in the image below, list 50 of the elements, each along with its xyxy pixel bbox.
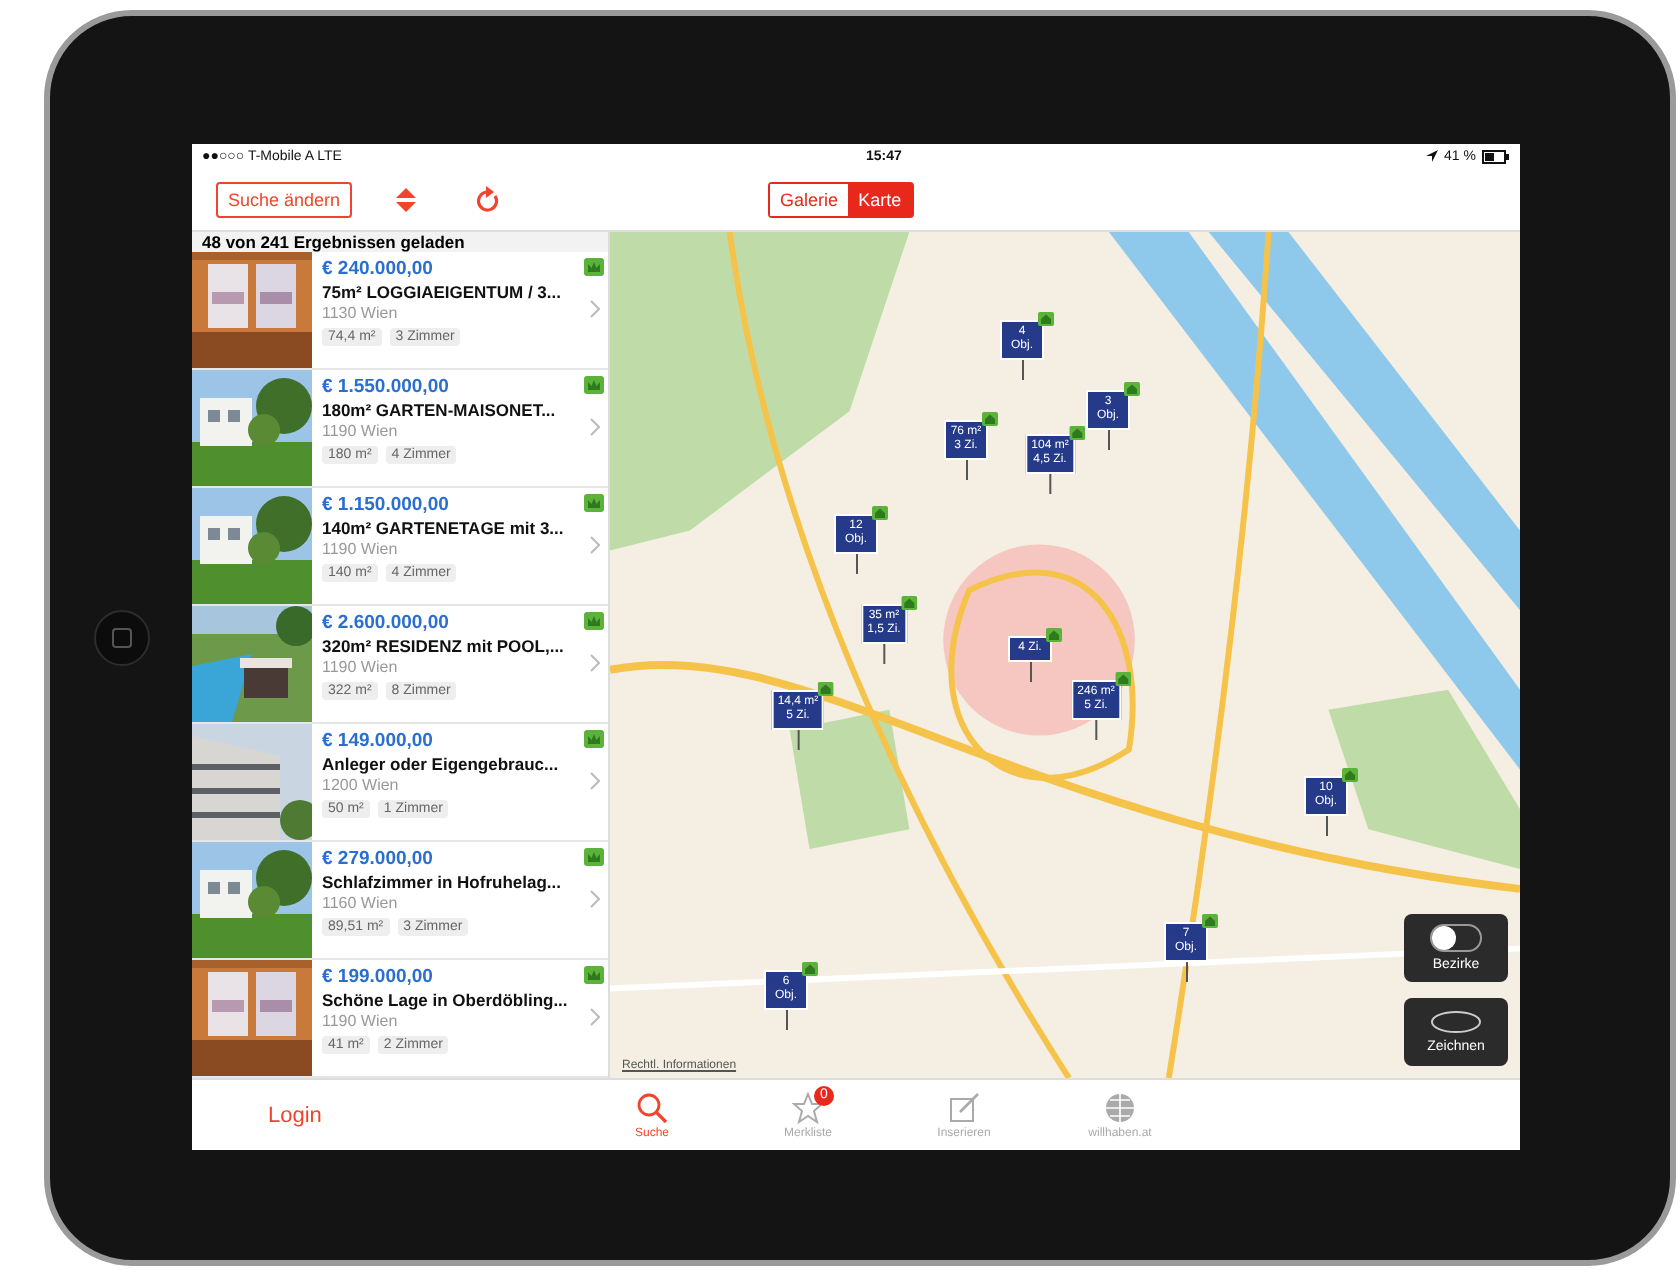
- chevron-icon: [589, 654, 599, 672]
- chevron-icon: [589, 890, 599, 908]
- chevron-icon: [589, 536, 599, 554]
- home-button[interactable]: [93, 610, 149, 666]
- listing-title: Schöne Lage in Oberdöbling...: [322, 990, 570, 1010]
- listing-location: 1190 Wien: [322, 540, 400, 558]
- listing-title: 140m² GARTENETAGE mit 3...: [322, 518, 566, 538]
- listing-title: Schlafzimmer in Hofruhelag...: [322, 872, 563, 892]
- listing-location: 1200 Wien: [322, 776, 401, 794]
- results-count: 48 von 241 Ergebnissen geladen: [202, 232, 465, 252]
- listing-title: Anleger oder Eigengebrauc...: [322, 754, 561, 774]
- house-icon: [818, 682, 835, 696]
- house-icon: [1124, 382, 1140, 396]
- listing-price: € 149.000,00: [322, 730, 435, 752]
- listing-price: € 240.000,00: [322, 258, 435, 280]
- listing-location: 1190 Wien: [322, 1012, 400, 1030]
- house-icon: [802, 962, 818, 976]
- listing-price: € 2.600.000,00: [322, 612, 451, 634]
- listing-price: € 1.550.000,00: [322, 376, 451, 398]
- house-icon: [1038, 312, 1054, 326]
- chevron-icon: [589, 772, 599, 790]
- listing-location: 1190 Wien: [322, 658, 400, 676]
- battery-icon: [1482, 149, 1510, 163]
- star-icon: [792, 1091, 824, 1123]
- globe-icon: [1104, 1091, 1136, 1123]
- house-icon: [872, 506, 888, 520]
- listing-title: 75m² LOGGIAEIGENTUM / 3...: [322, 282, 563, 302]
- view-tab[interactable]: Karte: [848, 183, 912, 215]
- search-icon: [636, 1091, 668, 1123]
- chevron-icon: [589, 418, 599, 436]
- login-button[interactable]: Login: [192, 1101, 608, 1129]
- listing-price: € 199.000,00: [322, 966, 435, 988]
- chevron-icon: [589, 1008, 599, 1026]
- chevron-icon: [589, 300, 599, 318]
- house-icon: [1046, 628, 1062, 642]
- refresh-icon[interactable]: [476, 186, 501, 212]
- listing-location: 1190 Wien: [322, 422, 400, 440]
- listing-price: € 279.000,00: [322, 848, 435, 870]
- listing-title: 320m² RESIDENZ mit POOL,...: [322, 636, 566, 656]
- edit-search-button[interactable]: Suche ändern: [216, 181, 353, 217]
- listing-location: 1130 Wien: [322, 304, 400, 322]
- listing-title: 180m² GARTEN-MAISONET...: [322, 400, 558, 420]
- location-icon: [1426, 150, 1439, 162]
- house-icon: [1202, 914, 1218, 928]
- listing-location: 1160 Wien: [322, 894, 400, 912]
- listing-price: € 1.150.000,00: [322, 494, 451, 516]
- edit-icon: [948, 1091, 980, 1123]
- house-icon: [982, 412, 998, 426]
- house-icon: [1342, 768, 1358, 782]
- sort-icon[interactable]: [396, 187, 417, 211]
